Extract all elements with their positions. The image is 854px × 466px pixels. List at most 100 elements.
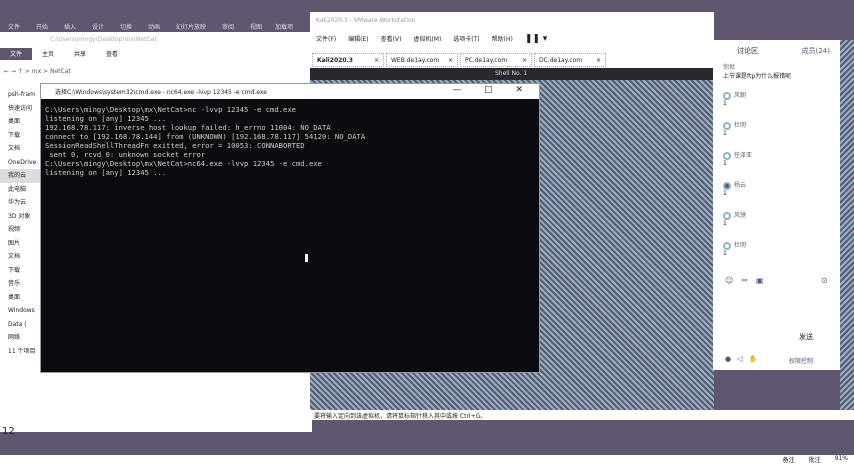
- chat-header: 讨论区 成员(24): [713, 46, 840, 56]
- console-line: sent 0, rcvd 0: unknown socket error: [45, 150, 206, 159]
- members-tab[interactable]: 成员(24): [802, 46, 830, 56]
- tab-view[interactable]: 查看: [96, 48, 128, 60]
- menu-file[interactable]: 文件(F): [316, 34, 336, 44]
- nav-item[interactable]: Windows: [0, 304, 40, 318]
- tab-file[interactable]: 文件: [0, 48, 33, 60]
- send-button[interactable]: 发送: [799, 332, 813, 342]
- window-title: Kali2020.3 - VMware Workstation: [316, 17, 416, 24]
- avatar: [723, 181, 731, 190]
- menu-view[interactable]: 查看(V): [381, 34, 402, 44]
- permission-control[interactable]: 权限控制: [789, 356, 813, 365]
- settings-icon[interactable]: ⊙: [821, 276, 828, 285]
- tab-addins[interactable]: 加载项: [270, 22, 298, 31]
- hand-icon[interactable]: ✋: [749, 355, 764, 363]
- tab-home[interactable]: 开始: [28, 22, 56, 31]
- nav-item[interactable]: 此电脑: [0, 183, 40, 197]
- console-line: C:\Users\mingy\Desktop\mx\NetCat>nc64.ex…: [45, 159, 322, 168]
- chat-title[interactable]: 讨论区: [737, 46, 758, 56]
- tab-file[interactable]: 文件: [0, 22, 28, 31]
- vm-tab-dc[interactable]: DC.de1ay.com ×: [534, 53, 606, 67]
- cmd-title-bar[interactable]: 选择C:\Windows\system32\cmd.exe - nc64.exe…: [41, 84, 539, 99]
- slide-number: 12: [2, 426, 15, 437]
- vm-tab-pc[interactable]: PC.de1ay.com ×: [460, 53, 532, 67]
- window-controls[interactable]: — □ ✕: [452, 85, 533, 95]
- scissors-icon[interactable]: ✂: [741, 276, 756, 285]
- microphone-icon[interactable]: ●: [725, 355, 737, 363]
- nav-item[interactable]: 下载: [0, 264, 40, 278]
- shell-tab[interactable]: Shell No. 1: [495, 70, 527, 77]
- avatar: [723, 121, 731, 130]
- notes-button[interactable]: 备注: [783, 455, 795, 466]
- speaker-icon[interactable]: ◁: [737, 355, 748, 363]
- powerpoint-status-bar: 备注 批注 91%: [0, 455, 854, 466]
- breadcrumb[interactable]: ← → ↑ > mx > NetCat: [4, 68, 71, 75]
- nav-item[interactable]: 华为云: [0, 196, 40, 210]
- background-edge: [840, 40, 854, 410]
- chat-message: 任泽亚 1: [723, 151, 753, 167]
- avatar: [723, 241, 731, 250]
- vm-tabs: Kali2020.3 × WEB.de1ay.com × PC.de1ay.com ×…: [312, 53, 606, 67]
- vm-tab-web[interactable]: WEB.de1ay.com ×: [386, 53, 458, 67]
- close-icon[interactable]: ×: [448, 57, 453, 64]
- comments-button[interactable]: 批注: [809, 455, 821, 466]
- text-cursor: [305, 254, 308, 262]
- close-icon[interactable]: ×: [522, 57, 527, 64]
- nav-item[interactable]: psh-fram: [0, 88, 40, 102]
- vm-tab-kali[interactable]: Kali2020.3 ×: [312, 53, 384, 67]
- menu-help[interactable]: 帮助(H): [492, 34, 513, 44]
- chat-message: 杨云 1: [723, 181, 747, 197]
- avatar: [723, 91, 731, 100]
- nav-item[interactable]: 文档: [0, 142, 40, 156]
- tab-view[interactable]: 视图: [242, 22, 270, 31]
- nav-item[interactable]: 桌面: [0, 115, 40, 129]
- nav-item[interactable]: 网络: [0, 331, 40, 345]
- tab-home[interactable]: 主页: [32, 48, 64, 60]
- console-line: connect to [192.168.78.144] from (UNKNOW…: [45, 132, 366, 141]
- ribbon-tabs: 文件 开始 插入 设计 切换 动画 幻灯片放映 审阅 视图 加载项: [0, 22, 298, 31]
- nav-item[interactable]: Data (: [0, 318, 40, 332]
- nav-item[interactable]: 3D 对象: [0, 210, 40, 224]
- console-line: SessionReadShellThreadFn exitted, error …: [45, 141, 305, 150]
- discussion-panel: 讨论区 成员(24) 你就 上节课是ftp为什么报错呢 风朝 1 杜明 1 任泽亚 1 …: [713, 40, 840, 370]
- emoji-icon[interactable]: ☺: [725, 276, 741, 285]
- explorer-address-title: C:\Users\mingy\Desktop\mx\NetCat: [50, 36, 157, 43]
- chat-message: 你就 上节课是ftp为什么报错呢: [723, 64, 792, 80]
- nav-item[interactable]: 音乐: [0, 277, 40, 291]
- nav-item[interactable]: 视频: [0, 223, 40, 237]
- tab-insert[interactable]: 插入: [56, 22, 84, 31]
- nav-item[interactable]: 我的云: [0, 169, 40, 183]
- zoom-level[interactable]: 91%: [835, 455, 848, 466]
- console-line: C:\Users\mingy\Desktop\mx\NetCat>nc -lvv…: [45, 105, 296, 114]
- menu-tabs[interactable]: 选项卡(T): [453, 34, 479, 44]
- tab-slideshow[interactable]: 幻灯片放映: [168, 22, 214, 31]
- nav-item[interactable]: 图片: [0, 237, 40, 251]
- close-icon[interactable]: ×: [596, 57, 601, 64]
- nav-item[interactable]: 快速访问: [0, 102, 40, 116]
- tab-animations[interactable]: 动画: [140, 22, 168, 31]
- console-output[interactable]: C:\Users\mingy\Desktop\mx\NetCat>nc -lvv…: [45, 105, 365, 177]
- menu-vm[interactable]: 虚拟机(M): [413, 34, 441, 44]
- image-icon[interactable]: ▣: [756, 276, 772, 285]
- close-icon[interactable]: ×: [374, 57, 379, 64]
- vmware-status-bar: 要将输入定向到该虚拟机，请将鼠标指针移入其中或按 Ctrl+G。: [310, 410, 854, 420]
- tab-design[interactable]: 设计: [84, 22, 112, 31]
- item-count: 11 个项目: [8, 347, 36, 355]
- pause-icon[interactable]: ❚❚ ▾: [525, 34, 547, 44]
- chat-message: 风驰 1: [723, 211, 747, 227]
- chat-message: 杜明 1: [723, 241, 747, 257]
- explorer-tabs: 文件 主页 共享 查看: [0, 48, 312, 60]
- tab-transitions[interactable]: 切换: [112, 22, 140, 31]
- tab-share[interactable]: 共享: [64, 48, 96, 60]
- nav-item[interactable]: 下载: [0, 129, 40, 143]
- nav-item[interactable]: 桌面: [0, 291, 40, 305]
- chat-message: 杜明 1: [723, 121, 747, 137]
- chat-message: 风朝 1: [723, 91, 747, 107]
- console-line: listening on [any] 12345 ...: [45, 168, 167, 177]
- menu-edit[interactable]: 编辑(E): [348, 34, 368, 44]
- console-line: 192.168.78.117: inverse host lookup fail…: [45, 123, 331, 132]
- nav-item[interactable]: OneDrive: [0, 156, 40, 170]
- tab-review[interactable]: 审阅: [214, 22, 242, 31]
- chat-tools: ☺✂▣: [725, 276, 772, 285]
- window-title: 选择C:\Windows\system32\cmd.exe - nc64.exe…: [55, 89, 267, 96]
- nav-item[interactable]: 文档: [0, 250, 40, 264]
